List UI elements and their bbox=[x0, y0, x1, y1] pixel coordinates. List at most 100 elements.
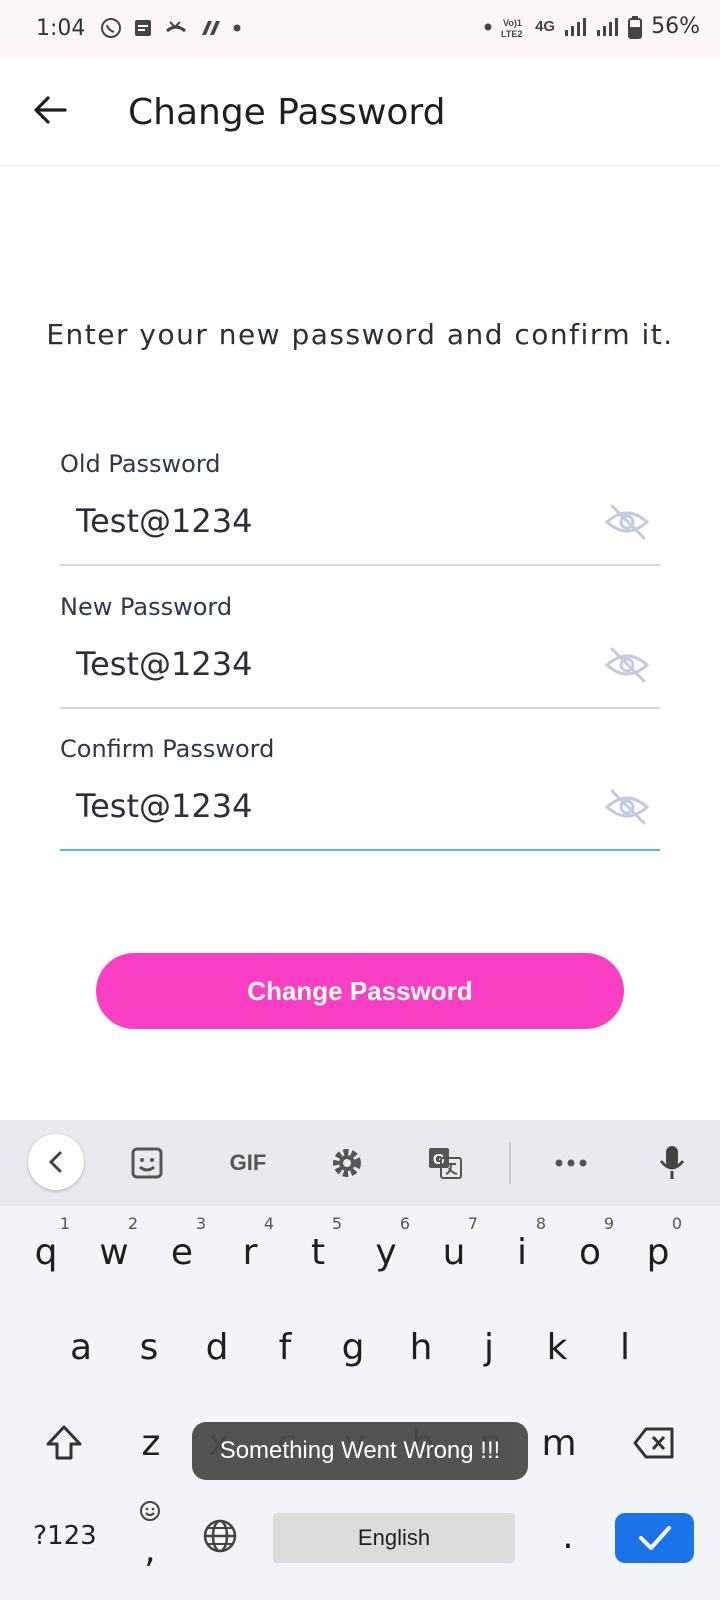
key-char: h bbox=[409, 1326, 433, 1368]
svg-text:G: G bbox=[433, 1151, 445, 1168]
key-s[interactable]: s bbox=[119, 1307, 179, 1387]
key-m[interactable]: m bbox=[529, 1403, 589, 1483]
microphone-icon bbox=[659, 1146, 685, 1179]
key-char: y bbox=[375, 1231, 397, 1273]
new-password-field: New Password Test@1234 bbox=[60, 593, 660, 713]
key-o[interactable]: o9 bbox=[560, 1212, 620, 1292]
space-key[interactable]: English bbox=[273, 1513, 515, 1563]
translate-icon: G bbox=[429, 1148, 462, 1179]
chevron-left-icon bbox=[48, 1151, 62, 1173]
key-char: g bbox=[341, 1326, 365, 1368]
key-p[interactable]: p0 bbox=[628, 1212, 688, 1292]
page-title: Change Password bbox=[128, 92, 446, 133]
key-y[interactable]: y6 bbox=[356, 1212, 416, 1292]
key-l[interactable]: l bbox=[595, 1307, 655, 1387]
visibility-off-icon[interactable] bbox=[604, 645, 650, 685]
confirm-password-label: Confirm Password bbox=[60, 735, 275, 763]
key-e[interactable]: e3 bbox=[152, 1212, 212, 1292]
key-char: j bbox=[483, 1326, 494, 1368]
checkmark-icon bbox=[638, 1526, 671, 1550]
key-t[interactable]: t5 bbox=[288, 1212, 348, 1292]
backspace-icon bbox=[633, 1427, 674, 1459]
key-char: k bbox=[546, 1326, 568, 1368]
key-hint: 5 bbox=[331, 1214, 342, 1233]
new-password-input[interactable]: Test@1234 bbox=[76, 645, 252, 683]
gif-button[interactable]: GIF bbox=[218, 1138, 278, 1188]
dot-icon bbox=[484, 23, 492, 30]
confirm-password-field: Confirm Password Test@1234 bbox=[60, 735, 660, 855]
signal-sim2-icon bbox=[597, 17, 619, 36]
key-char: m bbox=[541, 1422, 577, 1464]
whatsapp-icon bbox=[101, 18, 121, 38]
visibility-off-icon[interactable] bbox=[604, 502, 650, 542]
key-char: u bbox=[442, 1231, 466, 1273]
shift-icon bbox=[46, 1425, 82, 1460]
comma-char: , bbox=[144, 1529, 156, 1571]
emoji-comma-key[interactable]: , bbox=[120, 1496, 180, 1576]
key-j[interactable]: j bbox=[459, 1307, 519, 1387]
confirm-password-input[interactable]: Test@1234 bbox=[76, 787, 252, 825]
more-options-button[interactable] bbox=[546, 1138, 596, 1188]
symbols-key[interactable]: ?123 bbox=[30, 1496, 100, 1576]
key-i[interactable]: i8 bbox=[492, 1212, 552, 1292]
key-char: o bbox=[578, 1231, 602, 1273]
key-k[interactable]: k bbox=[527, 1307, 587, 1387]
change-password-button[interactable]: Change Password bbox=[96, 953, 624, 1029]
back-arrow-icon bbox=[34, 96, 67, 124]
key-char: q bbox=[34, 1231, 58, 1273]
key-a[interactable]: a bbox=[51, 1307, 111, 1387]
key-h[interactable]: h bbox=[391, 1307, 451, 1387]
svg-text:Vo)1: Vo)1 bbox=[503, 18, 522, 28]
notification-icons bbox=[100, 17, 242, 39]
more-horizontal-icon bbox=[555, 1159, 587, 1167]
status-time: 1:04 bbox=[36, 16, 86, 41]
battery-icon bbox=[628, 15, 643, 39]
key-hint: 0 bbox=[671, 1214, 682, 1233]
old-password-input[interactable]: Test@1234 bbox=[76, 502, 252, 540]
voice-input-button[interactable] bbox=[647, 1138, 697, 1188]
shift-key[interactable] bbox=[34, 1403, 94, 1483]
key-g[interactable]: g bbox=[323, 1307, 383, 1387]
visibility-off-icon[interactable] bbox=[604, 787, 650, 827]
key-w[interactable]: w2 bbox=[84, 1212, 144, 1292]
enter-key[interactable] bbox=[615, 1513, 694, 1563]
key-z[interactable]: z bbox=[121, 1403, 181, 1483]
sticker-icon bbox=[131, 1147, 163, 1179]
key-hint: 2 bbox=[127, 1214, 138, 1233]
status-bar: 1:04 Vo)1 LTE2 4G 56% bbox=[0, 0, 720, 58]
period-key[interactable]: . bbox=[538, 1496, 598, 1576]
gif-label: GIF bbox=[229, 1150, 267, 1175]
backspace-key[interactable] bbox=[624, 1403, 684, 1483]
key-char: z bbox=[141, 1422, 161, 1464]
keyboard-toolbar: GIF G bbox=[0, 1120, 720, 1206]
error-toast: Something Went Wrong !!! bbox=[192, 1422, 528, 1480]
language-key[interactable] bbox=[190, 1496, 250, 1576]
toolbar-divider bbox=[509, 1142, 511, 1184]
sticker-button[interactable] bbox=[122, 1138, 172, 1188]
instructions-text: Enter your new password and confirm it. bbox=[46, 318, 674, 351]
keyboard-collapse-button[interactable] bbox=[28, 1134, 84, 1190]
volte-icon: Vo)1LTE2 bbox=[501, 18, 522, 39]
status-right: Vo)1 LTE2 4G 56% bbox=[483, 14, 700, 39]
emoji-icon bbox=[140, 1501, 160, 1521]
key-char: d bbox=[205, 1326, 229, 1368]
key-f[interactable]: f bbox=[255, 1307, 315, 1387]
key-char: t bbox=[310, 1231, 326, 1273]
more-notifications-dot-icon bbox=[233, 24, 241, 32]
keyboard-settings-button[interactable] bbox=[322, 1138, 372, 1188]
key-char: e bbox=[170, 1231, 194, 1273]
key-u[interactable]: u7 bbox=[424, 1212, 484, 1292]
old-password-label: Old Password bbox=[60, 450, 221, 478]
signal-sim1-icon bbox=[565, 17, 587, 36]
key-char: p bbox=[646, 1231, 670, 1273]
key-d[interactable]: d bbox=[187, 1307, 247, 1387]
key-r[interactable]: r4 bbox=[220, 1212, 280, 1292]
confirm-password-underline-focused bbox=[60, 849, 660, 851]
old-password-field: Old Password Test@1234 bbox=[60, 450, 660, 570]
new-password-underline bbox=[60, 707, 660, 709]
key-char: s bbox=[139, 1326, 159, 1368]
old-password-underline bbox=[60, 564, 660, 566]
translate-button[interactable]: G bbox=[420, 1138, 470, 1188]
back-button[interactable] bbox=[24, 84, 76, 136]
key-q[interactable]: q1 bbox=[16, 1212, 76, 1292]
